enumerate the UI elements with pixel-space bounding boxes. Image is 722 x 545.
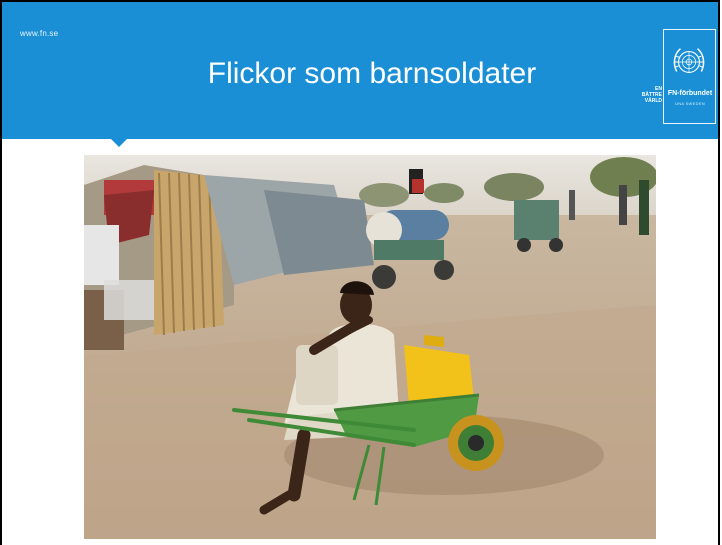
fn-forbundet-logo: EN BÄTTRE VÄRLD FN-förbundet UNA SWEDEN [642,29,716,124]
slide: www.fn.se Flickor som barnsoldater EN BÄ… [0,0,720,545]
logo-tagline: EN BÄTTRE VÄRLD [641,86,662,104]
logo-subtitle: UNA SWEDEN [675,101,705,106]
website-url: www.fn.se [20,29,59,38]
header-pointer [109,137,129,147]
slide-title: Flickor som barnsoldater [207,57,537,90]
slide-header: www.fn.se Flickor som barnsoldater EN BÄ… [2,2,718,137]
un-emblem-icon [673,48,705,74]
photo-girl-wheelbarrow [84,155,656,539]
logo-name: FN-förbundet [667,90,713,97]
